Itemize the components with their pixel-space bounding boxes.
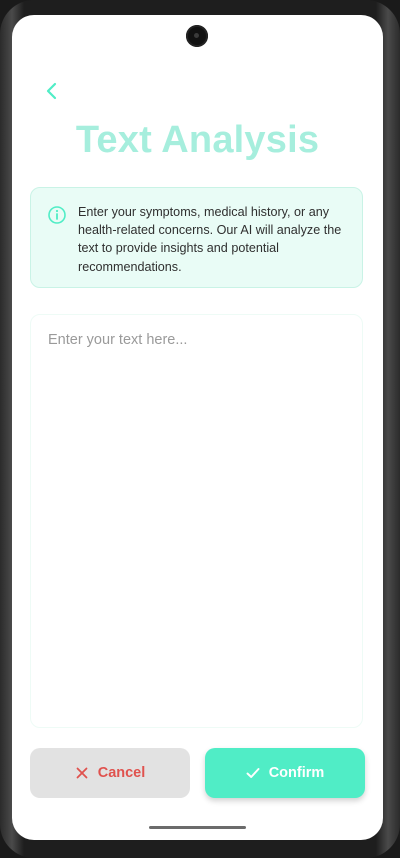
app-screen: Text Analysis Enter your symptoms, medic…	[12, 15, 383, 840]
confirm-button[interactable]: Confirm	[205, 748, 365, 798]
close-icon	[76, 767, 88, 779]
check-icon	[246, 768, 260, 778]
text-input-container	[30, 314, 363, 728]
info-circle-icon	[48, 206, 66, 224]
symptoms-text-input[interactable]	[31, 315, 362, 727]
confirm-button-label: Confirm	[268, 765, 325, 781]
cancel-button[interactable]: Cancel	[30, 748, 190, 798]
page-title: Text Analysis	[75, 119, 320, 161]
home-indicator[interactable]	[149, 826, 246, 829]
back-button[interactable]	[40, 79, 64, 103]
info-text: Enter your symptoms, medical history, or…	[78, 205, 342, 274]
cancel-button-label: Cancel	[97, 765, 146, 781]
chevron-left-icon	[46, 82, 57, 100]
front-camera	[186, 25, 208, 47]
info-banner: Enter your symptoms, medical history, or…	[30, 187, 363, 288]
